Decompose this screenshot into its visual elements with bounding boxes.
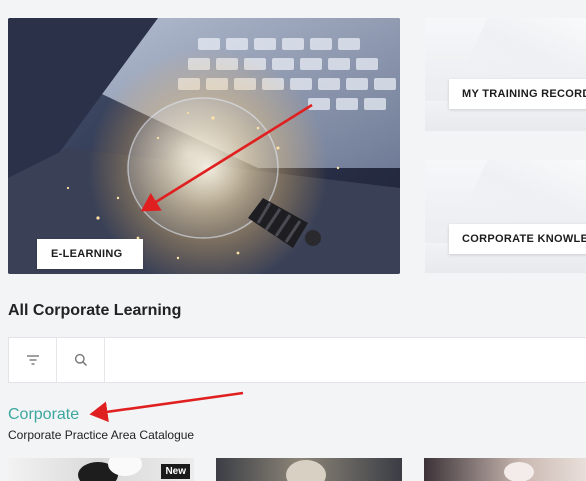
laptop-bulb-image [8,18,400,274]
catalogue-toolbar [8,337,586,383]
course-card[interactable] [424,458,586,481]
filter-icon [26,355,39,365]
corporate-knowledge-label[interactable]: CORPORATE KNOWLEDGE [449,224,586,254]
search-input[interactable] [105,338,586,382]
my-training-record-label[interactable]: MY TRAINING RECORD [449,79,586,109]
course-card[interactable]: New [8,458,194,481]
search-button[interactable] [57,338,105,382]
tile-background-shape [459,18,586,78]
filter-button[interactable] [9,338,57,382]
e-learning-tile[interactable]: E-LEARNING [8,18,400,274]
search-icon [74,353,87,367]
course-image-shape [286,460,326,481]
section-title: All Corporate Learning [8,302,182,319]
catalogue-title-link[interactable]: Corporate [8,406,79,424]
catalogue-subtitle: Corporate Practice Area Catalogue [8,428,195,442]
new-badge: New [161,464,190,479]
course-card[interactable] [216,458,402,481]
course-image-shape [504,462,534,481]
e-learning-label[interactable]: E-LEARNING [37,239,143,269]
tile-background-shape [459,160,586,220]
corporate-knowledge-tile[interactable]: CORPORATE KNOWLEDGE [425,160,586,273]
my-training-record-tile[interactable]: MY TRAINING RECORD [425,18,586,131]
arrow-to-corporate [89,391,244,423]
